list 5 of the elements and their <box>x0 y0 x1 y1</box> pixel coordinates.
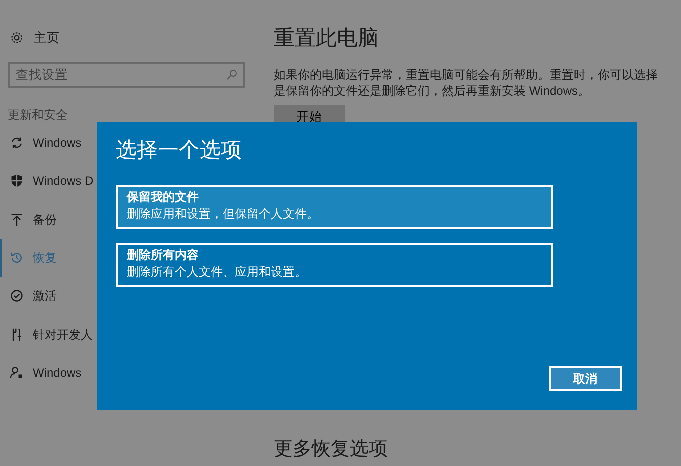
section-title: 更多恢复选项 <box>274 438 389 462</box>
dialog-title: 选择一个选项 <box>116 138 243 164</box>
description-text: 如果你的电脑运行异常，重置电脑可能会有所帮助。重置时，你可以选择是保留你的文件还是删除它们，然后再重新安装 Windows。 <box>274 67 659 100</box>
page-title: 重置此电脑 <box>274 26 380 52</box>
section-heading: 更新和安全 <box>8 107 69 124</box>
